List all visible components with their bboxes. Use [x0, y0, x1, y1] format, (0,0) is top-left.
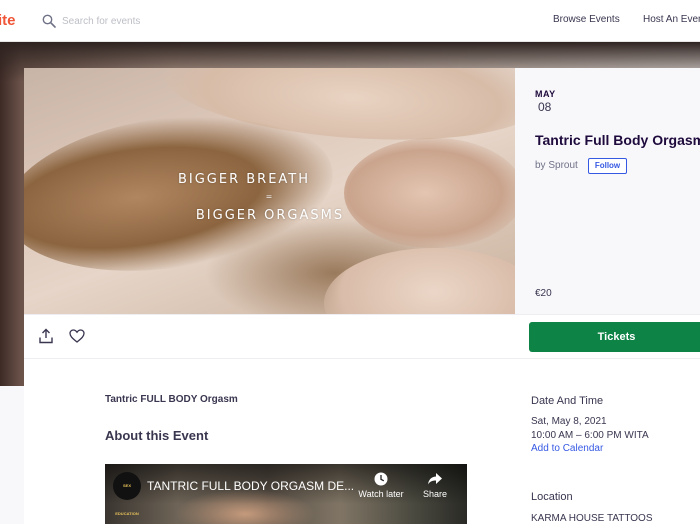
hero-text-line1: BIGGER BREATH: [177, 172, 311, 187]
host-event-link[interactable]: Host An Even: [643, 14, 700, 25]
event-title: Tantric Full Body Orgasm: [535, 132, 700, 148]
search-icon: [42, 14, 56, 28]
location-heading: Location: [531, 491, 573, 503]
event-day: 08: [538, 100, 552, 114]
watch-later-label: Watch later: [358, 489, 404, 499]
follow-button[interactable]: Follow: [588, 158, 627, 174]
tickets-button[interactable]: Tickets: [529, 322, 700, 352]
embedded-video[interactable]: SEX EDUCATION TANTRIC FULL BODY ORGASM D…: [105, 464, 467, 524]
event-summary: Tantric FULL BODY Orgasm: [105, 394, 238, 405]
hero-text-line2: BIGGER ORGASMS: [195, 208, 345, 223]
organizer-name[interactable]: by Sprout: [535, 160, 578, 171]
hero-text-separator: =: [265, 192, 275, 201]
event-date: Sat, May 8, 2021: [531, 416, 607, 427]
watch-later-button[interactable]: Watch later: [357, 472, 405, 499]
location-name: KARMA HOUSE TATTOOS: [531, 513, 653, 524]
clock-icon: [374, 472, 388, 486]
eventbrite-logo[interactable]: ite: [0, 12, 16, 29]
about-heading: About this Event: [105, 428, 209, 443]
event-month: MAY: [535, 89, 556, 99]
event-hero-image: BIGGER BREATH = BIGGER ORGASMS: [24, 68, 515, 314]
add-to-calendar-link[interactable]: Add to Calendar: [531, 443, 603, 454]
event-card: BIGGER BREATH = BIGGER ORGASMS MAY 08 Ta…: [24, 68, 700, 524]
video-share-label: Share: [422, 489, 448, 499]
date-time-heading: Date And Time: [531, 395, 604, 407]
share-icon[interactable]: [38, 328, 54, 344]
top-nav: ite Browse Events Host An Even: [0, 0, 700, 42]
share-arrow-icon: [428, 473, 442, 485]
browse-events-link[interactable]: Browse Events: [553, 14, 620, 25]
heart-icon[interactable]: [69, 329, 85, 343]
channel-avatar[interactable]: SEX EDUCATION: [113, 472, 141, 516]
event-price: €20: [535, 288, 552, 299]
search-input[interactable]: [62, 11, 262, 31]
video-share-button[interactable]: Share: [417, 472, 453, 499]
action-bar: Tickets: [24, 314, 700, 359]
video-title[interactable]: TANTRIC FULL BODY ORGASM DE...: [147, 479, 354, 493]
event-time: 10:00 AM – 6:00 PM WITA: [531, 430, 649, 441]
event-info-panel: MAY 08 Tantric Full Body Orgasm by Sprou…: [515, 68, 700, 314]
